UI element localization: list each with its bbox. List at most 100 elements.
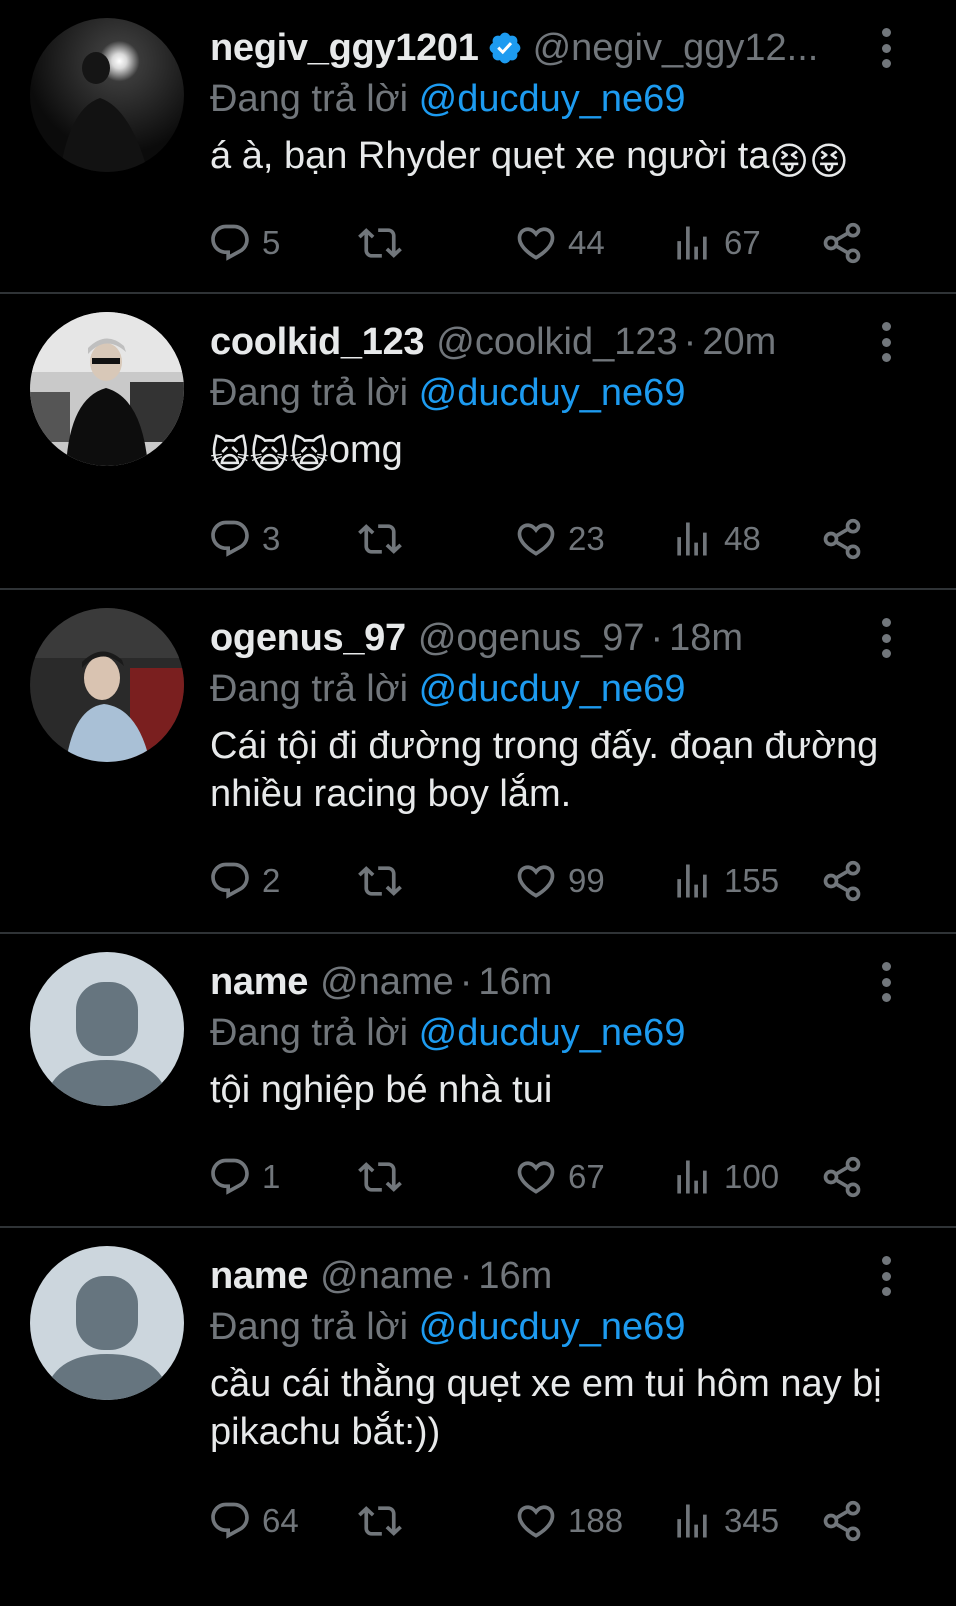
- user-handle[interactable]: @name: [320, 1250, 454, 1302]
- views-chart-icon: [677, 864, 707, 898]
- share-icon: [823, 860, 861, 902]
- mention-link[interactable]: @ducduy_ne69: [419, 668, 686, 710]
- user-handle[interactable]: @ogenus_97: [418, 612, 645, 664]
- views-chart-icon: [677, 522, 707, 556]
- reply-tweet[interactable]: name @name · 16m Đang trả lời @ducduy_ne…: [0, 1228, 956, 1606]
- replying-to: Đang trả lời @ducduy_ne69: [210, 668, 686, 710]
- share-icon: [823, 222, 861, 264]
- display-name[interactable]: name: [210, 956, 308, 1008]
- heart-icon: [517, 523, 555, 556]
- views-chart-icon: [677, 226, 707, 260]
- separator-dot: ·: [459, 961, 473, 1003]
- more-options-icon[interactable]: [876, 618, 896, 658]
- like-button[interactable]: 188: [514, 1499, 623, 1543]
- tweet-text: Cái tội đi đường trong đấy. đoạn đường n…: [210, 725, 879, 815]
- views-button[interactable]: 48: [670, 517, 761, 561]
- reply-icon: [211, 1502, 249, 1539]
- retweet-icon: [358, 228, 402, 258]
- default-avatar-icon: [30, 1246, 184, 1400]
- retweet-icon: [358, 866, 402, 896]
- reply-tweet[interactable]: name @name · 16m Đang trả lời @ducduy_ne…: [0, 934, 956, 1228]
- weary-cat-emoji: 🙀: [210, 435, 250, 477]
- retweet-button[interactable]: [358, 517, 412, 561]
- views-button[interactable]: 345: [670, 1499, 779, 1543]
- reply-button[interactable]: 1: [208, 1155, 280, 1199]
- reply-button[interactable]: 64: [208, 1499, 299, 1543]
- user-handle[interactable]: @negiv_ggy12...: [533, 22, 819, 74]
- separator-dot: ·: [459, 1255, 473, 1297]
- share-icon: [823, 1500, 861, 1542]
- user-handle[interactable]: @name: [320, 956, 454, 1008]
- heart-icon: [517, 1505, 555, 1538]
- squinting-tongue-emoji: 😝: [769, 141, 810, 183]
- share-button[interactable]: [820, 859, 874, 903]
- avatar-photo: [30, 312, 184, 466]
- tweet-actions: 5 44 67: [208, 218, 874, 268]
- reply-tweet[interactable]: ogenus_97 @ogenus_97 · 18m Đang trả lời …: [0, 590, 956, 934]
- more-options-icon[interactable]: [876, 962, 896, 1002]
- retweet-icon: [358, 1162, 402, 1192]
- views-chart-icon: [677, 1504, 707, 1538]
- mention-link[interactable]: @ducduy_ne69: [419, 1012, 686, 1054]
- mention-link[interactable]: @ducduy_ne69: [419, 78, 686, 120]
- reply-icon: [211, 520, 249, 557]
- more-options-icon[interactable]: [876, 28, 896, 68]
- reply-icon: [211, 1158, 249, 1195]
- display-name[interactable]: name: [210, 1250, 308, 1302]
- display-name[interactable]: coolkid_123: [210, 316, 425, 368]
- views-button[interactable]: 67: [670, 221, 761, 265]
- display-name[interactable]: negiv_ggy1201: [210, 22, 479, 74]
- display-name[interactable]: ogenus_97: [210, 612, 406, 664]
- share-button[interactable]: [820, 221, 874, 265]
- retweet-button[interactable]: [358, 1155, 412, 1199]
- reply-tweet[interactable]: coolkid_123 @coolkid_123 · 20m Đang trả …: [0, 294, 956, 590]
- views-button[interactable]: 100: [670, 1155, 779, 1199]
- like-button[interactable]: 67: [514, 1155, 605, 1199]
- share-button[interactable]: [820, 1499, 874, 1543]
- replying-to: Đang trả lời @ducduy_ne69: [210, 1012, 686, 1054]
- tweet-text: tội nghiệp bé nhà tui: [210, 1069, 553, 1111]
- heart-icon: [517, 1161, 555, 1194]
- like-button[interactable]: 99: [514, 859, 605, 903]
- like-button[interactable]: 44: [514, 221, 605, 265]
- like-button[interactable]: 23: [514, 517, 605, 561]
- reply-button[interactable]: 2: [208, 859, 280, 903]
- user-handle[interactable]: @coolkid_123: [436, 316, 677, 368]
- retweet-button[interactable]: [358, 221, 412, 265]
- timestamp[interactable]: 20m: [702, 316, 776, 368]
- heart-icon: [517, 865, 555, 898]
- mention-link[interactable]: @ducduy_ne69: [419, 372, 686, 414]
- replying-to: Đang trả lời @ducduy_ne69: [210, 1306, 686, 1348]
- timestamp[interactable]: 18m: [669, 612, 743, 664]
- reply-tweet[interactable]: negiv_ggy1201 @negiv_ggy12... Đang trả l…: [0, 0, 956, 294]
- more-options-icon[interactable]: [876, 1256, 896, 1296]
- retweet-button[interactable]: [358, 1499, 412, 1543]
- share-icon: [823, 1156, 861, 1198]
- timestamp[interactable]: 16m: [478, 956, 552, 1008]
- avatar[interactable]: [30, 312, 184, 466]
- views-button[interactable]: 155: [670, 859, 779, 903]
- avatar-photo: [30, 18, 184, 172]
- tweet-text: á à, bạn Rhyder quẹt xe người ta😝😝: [210, 132, 886, 186]
- squinting-tongue-emoji: 😝: [809, 141, 849, 183]
- timestamp[interactable]: 16m: [478, 1250, 552, 1302]
- share-icon: [823, 518, 861, 560]
- tweet-text: cầu cái thằng quẹt xe em tui hôm nay bị …: [210, 1363, 882, 1453]
- tweet-actions: 2 99 155: [208, 856, 874, 906]
- share-button[interactable]: [820, 1155, 874, 1199]
- mention-link[interactable]: @ducduy_ne69: [419, 1306, 686, 1348]
- retweet-icon: [358, 1506, 402, 1536]
- more-options-icon[interactable]: [876, 322, 896, 362]
- reply-button[interactable]: 3: [208, 517, 280, 561]
- share-button[interactable]: [820, 517, 874, 561]
- avatar[interactable]: [30, 1246, 184, 1400]
- reply-button[interactable]: 5: [208, 221, 280, 265]
- avatar[interactable]: [30, 608, 184, 762]
- retweet-icon: [358, 524, 402, 554]
- retweet-button[interactable]: [358, 859, 412, 903]
- reply-icon: [211, 862, 249, 899]
- avatar[interactable]: [30, 18, 184, 172]
- avatar-photo: [30, 608, 184, 762]
- replying-to: Đang trả lời @ducduy_ne69: [210, 372, 686, 414]
- avatar[interactable]: [30, 952, 184, 1106]
